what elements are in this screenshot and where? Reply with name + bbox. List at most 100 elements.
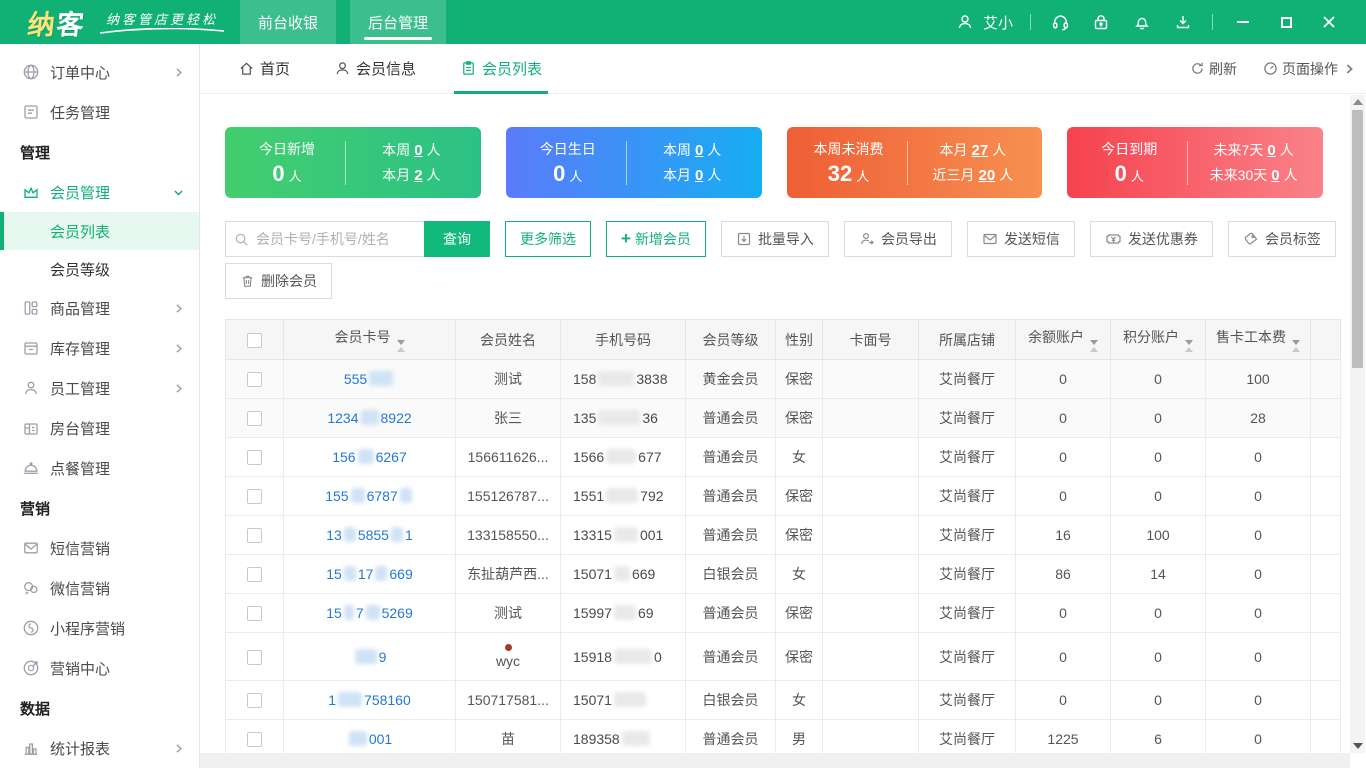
nav-tab-backend-admin[interactable]: 后台管理 [350,0,447,44]
query-button[interactable]: 查询 [424,221,490,257]
sidebar-item-营销中心[interactable]: 营销中心 [0,648,199,688]
bell-icon[interactable] [1130,10,1154,34]
user-menu[interactable]: 艾小 [953,10,1013,34]
row-checkbox[interactable] [247,732,262,748]
send-sms-button[interactable]: 发送短信 [966,221,1075,257]
stat-card-今日到期[interactable]: 今日到期 0 人 未来7天 0 人未来30天 0 人 [1067,127,1323,198]
sidebar-item-任务管理[interactable]: 任务管理 [0,92,199,132]
refresh-button[interactable]: 刷新 [1190,59,1237,79]
member-card-link[interactable]: 555 [344,371,395,387]
search-icon [235,233,248,246]
member-gender: 女 [775,554,823,594]
member-card-link[interactable]: 1 758160 [328,692,411,708]
sidebar-item-统计报表[interactable]: 统计报表 [0,728,199,768]
col-header-售卡工本费[interactable]: 售卡工本费 [1205,319,1311,360]
more-filter-button[interactable]: 更多筛选 [505,221,591,257]
export-member-button[interactable]: 会员导出 [843,221,952,257]
stat-card-本周未消费[interactable]: 本周未消费 32 人 本月 27 人近三月 20 人 [786,127,1043,198]
batch-import-button[interactable]: 批量导入 [720,221,829,257]
row-checkbox[interactable] [247,649,262,665]
member-grade: 普通会员 [685,437,776,477]
window-close-button[interactable] [1316,10,1342,34]
member-tag-button[interactable]: 会员标签 [1227,221,1336,257]
vertical-scrollbar[interactable] [1350,95,1365,753]
member-phone: 135 36 [560,398,686,438]
window-minimize-button[interactable] [1230,10,1256,34]
add-member-button[interactable]: + 新增会员 [606,221,706,257]
scroll-up-arrow-icon[interactable] [1353,99,1363,105]
member-card-link[interactable]: 001 [347,731,392,747]
page-operations-button[interactable]: 页面操作 [1263,59,1356,79]
member-card-link[interactable]: 1234 8922 [327,410,412,426]
sidebar-subitem-会员等级[interactable]: 会员等级 [0,250,199,288]
lock-icon[interactable] [1089,10,1113,34]
row-checkbox[interactable] [247,372,262,388]
sort-carets-icon[interactable] [1185,340,1193,352]
sidebar-item-房台管理[interactable]: 房台管理 [0,408,199,448]
tab-home[interactable]: 首页 [232,44,296,93]
topbar-right: 艾小 [953,10,1366,34]
redaction-blur [621,731,650,746]
stat-card-今日生日[interactable]: 今日生日 0 人 本周 0 人本月 0 人 [505,127,762,198]
sidebar-item-点餐管理[interactable]: 点餐管理 [0,448,199,488]
sort-carets-icon[interactable] [1292,340,1300,352]
nav-tab-front-cashier[interactable]: 前台收银 [240,0,337,44]
member-card-link[interactable]: 13 5855 1 [326,527,413,543]
col-header-积分账户[interactable]: 积分账户 [1110,319,1206,360]
sidebar-item-员工管理[interactable]: 员工管理 [0,368,199,408]
sidebar-item-小程序营销[interactable]: 小程序营销 [0,608,199,648]
card-stat-link[interactable]: 0 [695,142,703,159]
horizontal-scrollbar-track[interactable] [200,753,1350,768]
col-header-卡面号: 卡面号 [822,319,919,360]
card-stat-link[interactable]: 2 [414,167,422,184]
sidebar-item-微信营销[interactable]: 微信营销 [0,568,199,608]
search-input[interactable] [256,231,424,247]
card-stat-link[interactable]: 0 [1267,142,1275,159]
row-checkbox[interactable] [247,606,262,622]
card-stat-link[interactable]: 0 [695,167,703,184]
sidebar-item-短信营销[interactable]: 短信营销 [0,528,199,568]
member-card-link[interactable]: 15 17 669 [326,566,413,582]
col-header-会员卡号[interactable]: 会员卡号 [283,319,456,360]
member-card-link[interactable]: 15 7 5269 [326,605,413,621]
tab-member-info[interactable]: 会员信息 [328,44,422,93]
sidebar-item-商品管理[interactable]: 商品管理 [0,288,199,328]
member-card-link[interactable]: 9 [353,648,386,665]
card-stat-link[interactable]: 20 [979,167,996,184]
col-header[interactable] [225,319,284,360]
row-checkbox[interactable] [247,693,262,709]
table-row: 9 wyc 15918 0 普通会员 保密 艾尚餐厅 0 0 0 [225,632,1341,681]
col-header-余额账户[interactable]: 余额账户 [1015,319,1111,360]
select-all-checkbox[interactable] [247,332,262,348]
stat-card-今日新增[interactable]: 今日新增 0 人 本周 0 人本月 2 人 [225,127,481,198]
sidebar-section-管理: 管理 [20,144,51,162]
sidebar-item-库存管理[interactable]: 库存管理 [0,328,199,368]
scroll-down-arrow-icon[interactable] [1353,743,1363,749]
scrollbar-thumb[interactable] [1352,110,1363,368]
headset-icon[interactable] [1048,10,1072,34]
delete-member-button[interactable]: 删除会员 [225,263,332,299]
card-stat-link[interactable]: 0 [1271,167,1279,184]
card-title: 今日生日 [539,140,596,157]
card-stat-link[interactable]: 0 [414,142,422,159]
window-maximize-button[interactable] [1273,10,1299,34]
row-checkbox[interactable] [247,567,262,583]
download-icon[interactable] [1171,10,1195,34]
row-checkbox[interactable] [247,450,262,466]
sort-carets-icon[interactable] [1090,340,1098,352]
card-stat-link[interactable]: 27 [972,142,989,159]
row-checkbox[interactable] [247,489,262,505]
send-coupon-button[interactable]: 发送优惠券 [1089,221,1213,257]
row-checkbox[interactable] [247,411,262,427]
sidebar-subitem-会员列表[interactable]: 会员列表 [0,212,199,250]
col-header-手机号码: 手机号码 [560,319,686,360]
member-card-link[interactable]: 155 6787 [325,488,414,504]
tab-member-list[interactable]: 会员列表 [454,44,549,94]
row-checkbox[interactable] [247,528,262,544]
card-fee: 0 [1205,476,1311,516]
sidebar-item-订单中心[interactable]: 订单中心 [0,52,199,92]
sort-carets-icon[interactable] [396,340,405,352]
member-card-link[interactable]: 156 6267 [332,449,407,465]
sidebar-item-会员管理[interactable]: 会员管理 [0,172,199,212]
card-face-no [822,680,919,720]
